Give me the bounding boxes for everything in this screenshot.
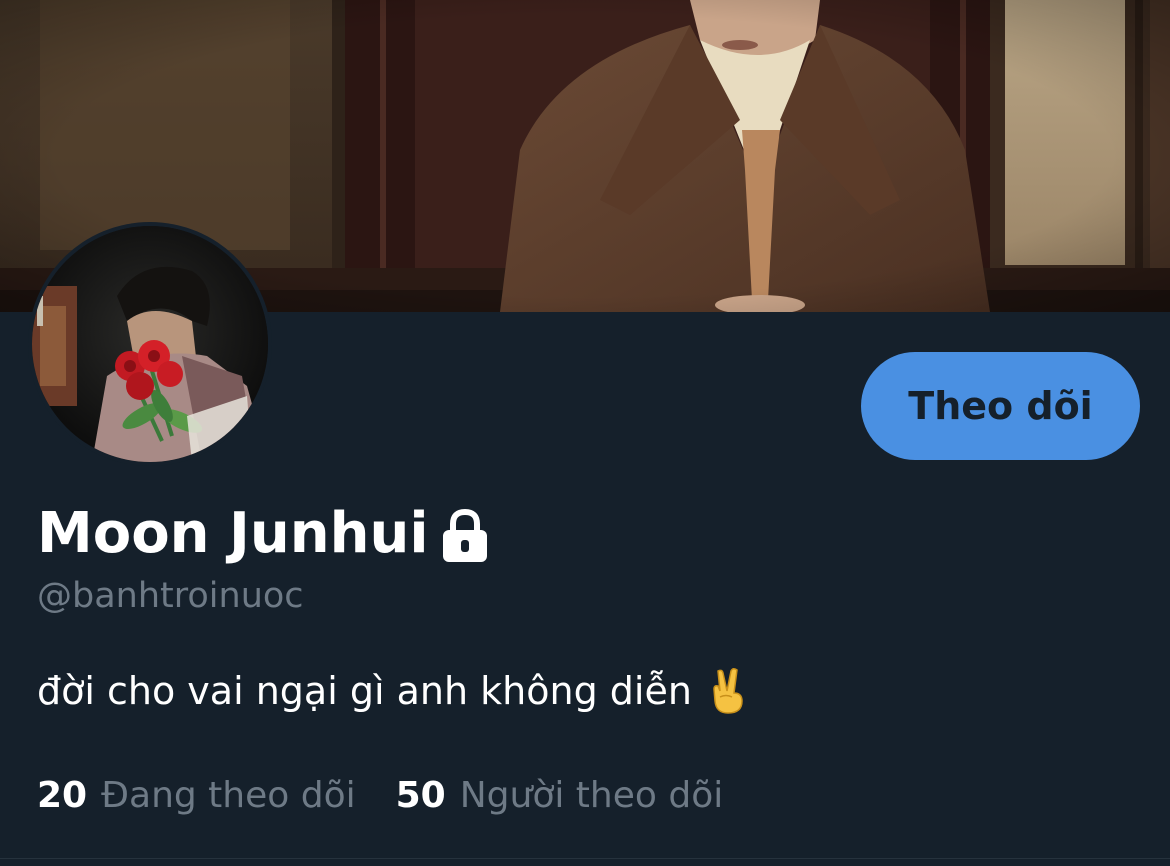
- following-label: Đang theo dõi: [101, 775, 356, 816]
- display-name: Moon Junhui: [37, 501, 429, 566]
- bio-text: đời cho vai ngại gì anh không diễn: [37, 669, 692, 713]
- follow-button[interactable]: Theo dõi: [861, 352, 1140, 460]
- profile-stats: 20 Đang theo dõi 50 Người theo dõi: [37, 770, 723, 822]
- avatar-image: [32, 226, 268, 462]
- profile-screen: Theo dõi Moon Junhui @banhtroinuoc đời c…: [0, 0, 1170, 866]
- following-stat[interactable]: 20 Đang theo dõi: [37, 770, 356, 822]
- followers-stat[interactable]: 50 Người theo dõi: [396, 770, 724, 822]
- avatar[interactable]: [28, 222, 272, 466]
- bio: đời cho vai ngại gì anh không diễn: [37, 664, 748, 718]
- following-count: 20: [37, 775, 88, 816]
- handle: @banhtroinuoc: [37, 576, 304, 616]
- lock-icon: [439, 508, 491, 564]
- victory-hand-icon: [708, 667, 748, 715]
- display-name-row: Moon Junhui: [37, 496, 491, 572]
- follow-button-label: Theo dõi: [908, 384, 1093, 428]
- followers-count: 50: [395, 775, 446, 816]
- followers-label: Người theo dõi: [459, 775, 724, 816]
- divider: [0, 858, 1170, 859]
